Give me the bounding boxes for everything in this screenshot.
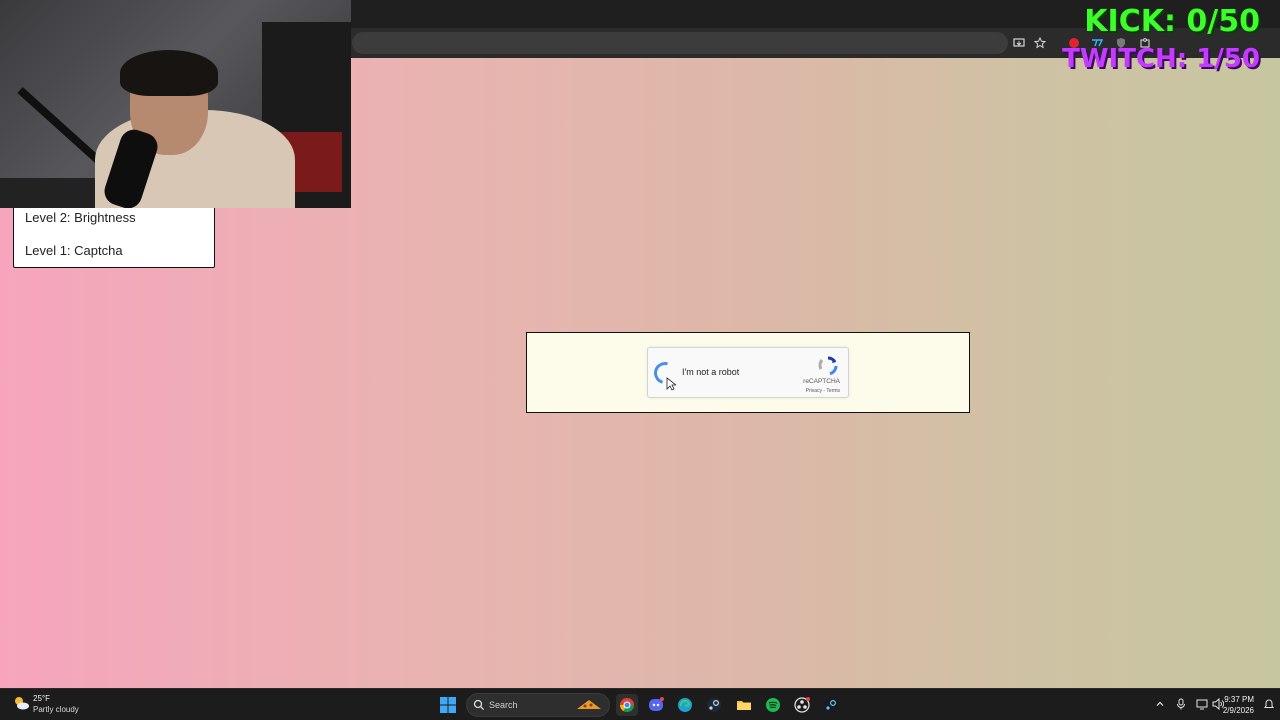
- clock-time[interactable]: 9:37 PM: [1224, 695, 1254, 704]
- spotify-app-icon[interactable]: [762, 694, 784, 716]
- edge-app-icon[interactable]: [674, 694, 696, 716]
- clock-date[interactable]: 2/9/2026: [1223, 706, 1254, 715]
- start-windows-icon[interactable]: [437, 694, 459, 716]
- search-label: Search: [489, 700, 518, 710]
- address-bar[interactable]: [352, 32, 1008, 54]
- streamer-hair: [120, 50, 218, 96]
- mouse-cursor-icon: [666, 377, 676, 391]
- recaptcha-privacy-terms-link[interactable]: Privacy - Terms: [806, 388, 840, 394]
- notification-bell-icon[interactable]: [1262, 697, 1276, 711]
- chrome-app-icon[interactable]: [616, 694, 638, 716]
- weather-temperature[interactable]: 25°F: [33, 694, 50, 703]
- recaptcha-widget[interactable]: I'm not a robot reCAPTCHA Privacy - Term…: [647, 347, 849, 398]
- weather-partly-cloudy-icon[interactable]: [12, 694, 30, 712]
- search-highlight-icon: [577, 700, 601, 709]
- steam-app-icon[interactable]: [703, 694, 725, 716]
- level-list: Level 2: Brightness Level 1: Captcha: [13, 200, 215, 268]
- kick-counter: KICK: 0/50: [1084, 4, 1260, 39]
- install-app-icon[interactable]: [1010, 34, 1028, 52]
- recaptcha-brand: reCAPTCHA: [803, 378, 840, 385]
- webcam-overlay: [0, 0, 351, 208]
- taskbar-search[interactable]: Search: [466, 693, 610, 717]
- file-explorer-icon[interactable]: [733, 694, 755, 716]
- taskbar: 25°F Partly cloudy Search 9:37 PM 2/9/20…: [0, 688, 1280, 720]
- obs-app-icon[interactable]: [791, 694, 813, 716]
- level-item-brightness: Level 2: Brightness: [25, 210, 136, 225]
- chevron-up-icon[interactable]: [1153, 697, 1167, 711]
- search-icon: [473, 699, 485, 711]
- twitch-counter: TWITCH: 1/50: [1062, 44, 1260, 74]
- weather-description[interactable]: Partly cloudy: [33, 705, 79, 714]
- microphone-icon[interactable]: [1174, 697, 1188, 711]
- network-icon[interactable]: [1195, 697, 1209, 711]
- recaptcha-logo-icon: [818, 356, 838, 376]
- bookmark-star-icon[interactable]: [1031, 34, 1049, 52]
- steam-secondary-icon[interactable]: [820, 694, 842, 716]
- level-item-captcha: Level 1: Captcha: [25, 243, 123, 258]
- recaptcha-checkbox-label[interactable]: I'm not a robot: [682, 367, 739, 377]
- discord-app-icon[interactable]: [645, 694, 667, 716]
